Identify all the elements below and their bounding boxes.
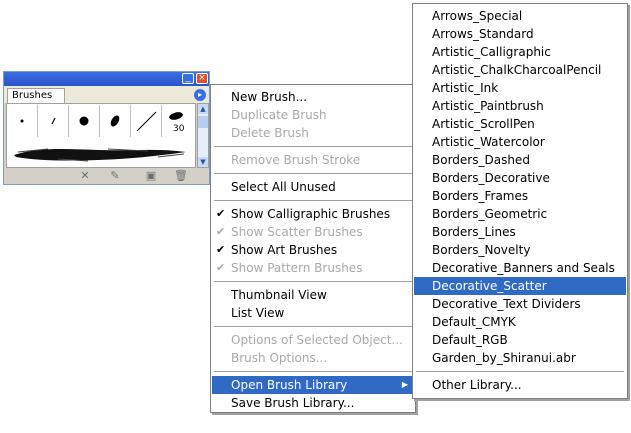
library-item[interactable]: Artistic_Ink xyxy=(414,79,626,97)
library-item[interactable]: Artistic_ScrollPen xyxy=(414,115,626,133)
art-brush-stroke[interactable] xyxy=(8,139,194,167)
scroll-thumb[interactable] xyxy=(198,116,208,128)
menu-separator xyxy=(214,326,412,327)
brush-swatch[interactable]: 30 xyxy=(162,105,193,137)
brush-size-label: 30 xyxy=(173,124,185,134)
library-item[interactable]: Borders_Decorative xyxy=(414,169,626,187)
menu-separator xyxy=(416,371,624,372)
library-item[interactable]: Artistic_Calligraphic xyxy=(414,43,626,61)
menu-item-new-brush[interactable]: New Brush... xyxy=(212,88,414,106)
menu-item-select-all-unused[interactable]: Select All Unused xyxy=(212,178,414,196)
checkmark-icon: ✔ xyxy=(216,243,226,256)
menu-item-open-brush-library[interactable]: Open Brush Library ▶ xyxy=(212,376,414,394)
palette-bottom-bar: ✕ ✎ ▣ 🗑 xyxy=(4,168,209,184)
library-item[interactable]: Default_RGB xyxy=(414,331,626,349)
brushes-palette: _ × Brushes ▸ 30 ▲ ▼ ✕ ✎ ▣ 🗑 xyxy=(3,71,210,185)
menu-separator xyxy=(214,371,412,372)
submenu-arrow-icon: ▶ xyxy=(401,380,408,389)
library-item[interactable]: Borders_Novelty xyxy=(414,241,626,259)
menu-item-show-art[interactable]: ✔ Show Art Brushes xyxy=(212,241,414,259)
library-item[interactable]: Decorative_Banners and Seals xyxy=(414,259,626,277)
library-item[interactable]: Default_CMYK xyxy=(414,313,626,331)
checkmark-icon: ✔ xyxy=(216,225,226,238)
library-item-other[interactable]: Other Library... xyxy=(414,376,626,394)
menu-item-show-scatter: ✔ Show Scatter Brushes xyxy=(216,225,363,239)
menu-item-thumbnail-view[interactable]: Thumbnail View xyxy=(212,286,414,304)
brush-swatch[interactable] xyxy=(69,105,100,137)
library-item[interactable]: Artistic_Paintbrush xyxy=(414,97,626,115)
checkmark-icon: ✔ xyxy=(216,261,226,274)
brush-swatch[interactable] xyxy=(7,105,38,137)
library-item[interactable]: Arrows_Standard xyxy=(414,25,626,43)
menu-item-duplicate-brush: Duplicate Brush xyxy=(231,108,327,122)
close-icon[interactable]: × xyxy=(196,73,208,84)
library-item[interactable]: Borders_Dashed xyxy=(414,151,626,169)
menu-separator xyxy=(214,173,412,174)
library-item[interactable]: Borders_Frames xyxy=(414,187,626,205)
brush-options-icon[interactable]: ✎ xyxy=(108,170,122,182)
library-item[interactable]: Artistic_Watercolor xyxy=(414,133,626,151)
minimize-icon[interactable]: _ xyxy=(182,73,194,84)
brush-library-submenu: Arrows_Special Arrows_Standard Artistic_… xyxy=(412,3,628,399)
brush-swatch[interactable] xyxy=(100,105,131,137)
menu-item-brush-options: Brush Options... xyxy=(231,351,328,365)
menu-item-list-view[interactable]: List View xyxy=(212,304,414,322)
library-item[interactable]: Borders_Lines xyxy=(414,223,626,241)
brush-grid: 30 xyxy=(6,103,196,168)
brushes-context-menu: New Brush... Duplicate Brush Delete Brus… xyxy=(210,84,416,413)
library-item[interactable]: Borders_Geometric xyxy=(414,205,626,223)
menu-item-save-brush-library[interactable]: Save Brush Library... xyxy=(212,394,414,412)
library-item[interactable]: Artistic_ChalkCharcoalPencil xyxy=(414,61,626,79)
menu-item-delete-brush: Delete Brush xyxy=(231,126,309,140)
library-item[interactable]: Decorative_Text Dividers xyxy=(414,295,626,313)
menu-separator xyxy=(214,281,412,282)
library-item[interactable]: Garden_by_Shiranui.abr xyxy=(414,349,626,367)
menu-separator xyxy=(214,146,412,147)
tab-row: Brushes ▸ xyxy=(4,86,209,103)
palette-scrollbar[interactable]: ▲ ▼ xyxy=(197,103,209,168)
menu-separator xyxy=(214,200,412,201)
brush-swatch[interactable] xyxy=(131,105,162,137)
scroll-down-icon[interactable]: ▼ xyxy=(198,157,208,167)
trash-icon[interactable]: 🗑 xyxy=(174,170,188,182)
menu-item-show-pattern: ✔ Show Pattern Brushes xyxy=(216,261,363,275)
menu-item-show-calligraphic[interactable]: ✔ Show Calligraphic Brushes xyxy=(212,205,414,223)
palette-titlebar[interactable]: _ × xyxy=(4,72,209,86)
palette-menu-button[interactable]: ▸ xyxy=(194,89,206,101)
scroll-up-icon[interactable]: ▲ xyxy=(198,104,208,114)
menu-item-remove-brush-stroke: Remove Brush Stroke xyxy=(231,153,361,167)
brush-swatch[interactable] xyxy=(38,105,69,137)
menu-item-options-selected-object: Options of Selected Object... xyxy=(231,333,403,347)
remove-stroke-icon[interactable]: ✕ xyxy=(78,170,92,182)
new-brush-icon[interactable]: ▣ xyxy=(144,170,158,182)
library-item-selected[interactable]: Decorative_Scatter xyxy=(414,277,626,295)
checkmark-icon: ✔ xyxy=(216,207,226,220)
library-item[interactable]: Arrows_Special xyxy=(414,7,626,25)
tab-brushes[interactable]: Brushes xyxy=(7,88,65,103)
